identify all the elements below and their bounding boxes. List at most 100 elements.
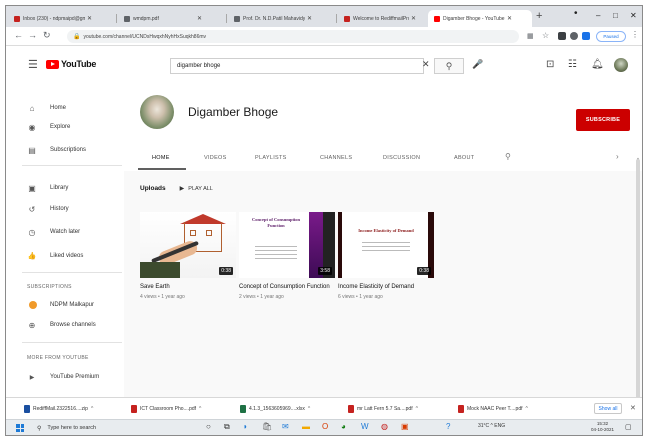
close-tab-icon[interactable]: ✕	[87, 15, 92, 22]
sidebar-item-browse-channels[interactable]: ⊕ Browse channels	[6, 316, 124, 334]
tab-about[interactable]: ABOUT	[454, 155, 474, 161]
close-tab-icon[interactable]: ✕	[507, 15, 512, 22]
edge-browser-icon[interactable]: ◗	[243, 422, 248, 431]
download-item[interactable]: RediffMail.2322516....zip ^	[24, 404, 93, 414]
tab-playlists[interactable]: PLAYLISTS	[255, 155, 287, 161]
download-item[interactable]: Mock NAAC Peer T....pdf ^	[458, 404, 528, 414]
minimize-button[interactable]: –	[596, 11, 600, 20]
tab-channels[interactable]: CHANNELS	[320, 155, 352, 161]
sidebar-item-history[interactable]: ↺ History	[6, 200, 124, 218]
word-icon[interactable]: W	[361, 422, 369, 431]
browser-tab-youtube[interactable]: Digamber Bhoge - YouTube ✕	[428, 10, 532, 27]
apps-grid-icon[interactable]: ☷	[568, 59, 577, 70]
search-input[interactable]: digamber bhoge	[170, 58, 424, 74]
microphone-icon[interactable]: 🎤	[472, 59, 483, 70]
video-thumbnail[interactable]: Income Elasticity of Demand 0:38	[338, 212, 434, 278]
video-card[interactable]: 0:38 Save Earth 4 views • 1 year ago	[140, 212, 236, 300]
subscribe-button[interactable]: SUBSCRIBE	[576, 109, 630, 131]
video-thumbnail[interactable]: Concept of Consumption Function 3:58	[239, 212, 335, 278]
chevron-up-icon[interactable]: ^	[308, 406, 310, 412]
browser-tab-college[interactable]: Prof. Dr. N.D.Patil Mahavidya ✕	[228, 10, 334, 27]
search-icon[interactable]: ⚲	[505, 152, 511, 161]
profile-dot-icon[interactable]: •	[574, 8, 578, 19]
file-explorer-icon[interactable]: ▬	[302, 422, 310, 431]
forward-arrow-icon[interactable]: →	[28, 30, 37, 40]
show-all-downloads-button[interactable]: Show all	[594, 403, 622, 414]
chevron-up-icon[interactable]: ^	[416, 406, 418, 412]
chevron-right-icon[interactable]: ›	[616, 152, 619, 161]
sidebar-item-watch-later[interactable]: ◷ Watch later	[6, 223, 124, 241]
page-scrollbar[interactable]	[636, 159, 640, 413]
user-avatar[interactable]	[614, 58, 628, 72]
channel-avatar[interactable]	[140, 95, 174, 129]
close-window-button[interactable]: ✕	[630, 11, 637, 20]
taskbar-clock[interactable]: 15:32 04-10-2021	[591, 421, 614, 433]
mail-icon[interactable]: ✉	[282, 422, 289, 431]
youtube-premium-icon: ▶	[29, 374, 35, 381]
browser-tab-pdf[interactable]: wmdpm.pdf ✕	[118, 10, 224, 27]
chrome-icon[interactable]: ◕	[341, 422, 346, 431]
app-icon[interactable]: ◍	[381, 422, 388, 431]
video-title[interactable]: Save Earth	[140, 283, 236, 292]
create-video-icon[interactable]: ⊡	[546, 59, 554, 70]
hamburger-menu-icon[interactable]: ☰	[28, 58, 38, 71]
play-icon[interactable]: ▶	[180, 185, 185, 192]
address-bar[interactable]: 🔒 youtube.com/channel/UCNDsHwqxhNyhHxSuq…	[67, 30, 519, 43]
video-thumbnail[interactable]: 0:38	[140, 212, 236, 278]
video-card[interactable]: Income Elasticity of Demand 0:38 Income …	[338, 212, 434, 300]
video-title[interactable]: Concept of Consumption Function	[239, 283, 335, 292]
tab-videos[interactable]: VIDEOS	[204, 155, 227, 161]
tab-discussion[interactable]: DISCUSSION	[383, 155, 420, 161]
powerpoint-icon[interactable]: ▣	[401, 422, 409, 431]
windows-start-icon[interactable]	[16, 424, 24, 432]
qr-code-icon[interactable]: ▦	[527, 32, 534, 40]
search-button[interactable]: ⚲	[434, 58, 464, 74]
browser-tab-rediffmail[interactable]: Welcome to RediffmailPro ✕	[338, 10, 426, 27]
chevron-up-icon[interactable]: ^	[525, 406, 527, 412]
extension-icon[interactable]	[558, 32, 566, 40]
download-item[interactable]: mr Latt Fern 5.7 Sa....pdf ^	[348, 404, 418, 414]
clear-search-icon[interactable]: ✕	[422, 59, 430, 70]
taskbar-search-input[interactable]: ⚲ Type here to search	[37, 423, 157, 433]
sidebar-item-ndpm-malkapur[interactable]: NDPM Malkapur	[6, 296, 124, 314]
notifications-bell-icon[interactable]: 🔔︎	[591, 59, 604, 70]
sidebar-item-youtube-premium[interactable]: ▶ YouTube Premium	[6, 368, 124, 386]
youtube-logo[interactable]: YouTube	[46, 59, 96, 69]
browser-tab-gmail[interactable]: Inbox (230) - ndpmaipd@gm ✕	[8, 10, 114, 27]
close-tab-icon[interactable]: ✕	[411, 15, 416, 22]
back-arrow-icon[interactable]: ←	[14, 30, 23, 40]
play-all-button[interactable]: PLAY ALL	[188, 186, 213, 192]
help-icon[interactable]: ?	[446, 422, 450, 431]
reload-icon[interactable]: ↻	[43, 30, 51, 41]
video-title[interactable]: Income Elasticity of Demand	[338, 283, 434, 292]
maximize-button[interactable]: □	[613, 11, 618, 20]
task-view-icon[interactable]: ⧉	[224, 422, 230, 432]
sidebar-item-library[interactable]: ▣ Library	[6, 179, 124, 197]
chevron-up-icon[interactable]: ^	[91, 406, 93, 412]
store-icon[interactable]: 🛍︎	[262, 422, 272, 431]
close-tab-icon[interactable]: ✕	[307, 15, 312, 22]
close-icon[interactable]: ✕	[630, 404, 636, 412]
youtube-sidebar: ⌂ Home ◉ Explore ▤ Subscriptions ▣ Libra…	[6, 81, 124, 397]
profile-paused-button[interactable]: Paused	[596, 31, 626, 42]
tab-home[interactable]: HOME	[152, 155, 170, 161]
bookmark-star-icon[interactable]: ☆	[542, 31, 549, 40]
notification-center-icon[interactable]: ▢	[625, 423, 632, 431]
sidebar-item-home[interactable]: ⌂ Home	[6, 99, 124, 117]
close-tab-icon[interactable]: ✕	[197, 15, 202, 22]
sidebar-item-liked-videos[interactable]: 👍 Liked videos	[6, 247, 124, 265]
sidebar-item-subscriptions[interactable]: ▤ Subscriptions	[6, 141, 124, 159]
more-vertical-icon[interactable]: ⋮	[631, 30, 639, 39]
puzzle-icon[interactable]	[582, 32, 590, 40]
system-tray[interactable]: 31°C ^ ENG	[478, 423, 505, 429]
uploads-title[interactable]: Uploads	[140, 185, 166, 192]
opera-icon[interactable]: O	[322, 422, 328, 431]
new-tab-button[interactable]: +	[536, 10, 542, 22]
chevron-up-icon[interactable]: ^	[199, 406, 201, 412]
download-item[interactable]: 4.1.3_1563605969....xlsx ^	[240, 404, 310, 414]
download-item[interactable]: ICT Classroom Pho....pdf ^	[131, 404, 201, 414]
video-card[interactable]: Concept of Consumption Function 3:58 Con…	[239, 212, 335, 300]
sidebar-item-explore[interactable]: ◉ Explore	[6, 118, 124, 136]
cortana-icon[interactable]: ○	[206, 422, 211, 431]
extension-icon[interactable]	[570, 32, 578, 40]
